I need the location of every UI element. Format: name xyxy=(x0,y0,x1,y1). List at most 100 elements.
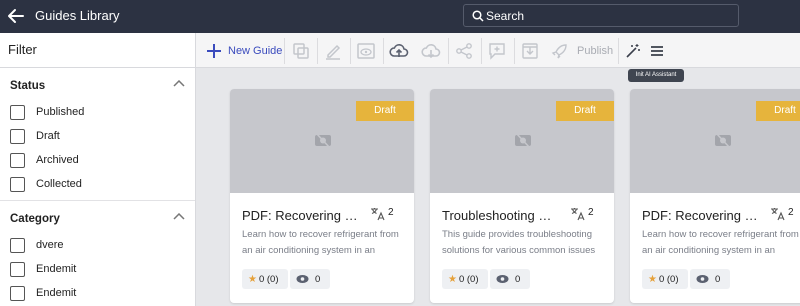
new-guide-button[interactable]: New Guide xyxy=(228,45,282,57)
tooltip: Init AI Assistant xyxy=(628,69,684,82)
checkbox[interactable] xyxy=(10,128,25,144)
plus-icon[interactable] xyxy=(204,41,224,61)
card-description: Learn how to recover refrigerant from an… xyxy=(242,229,399,256)
language-count: 2 xyxy=(588,207,594,218)
toolbar: New Guide Publish xyxy=(196,33,800,68)
category-section-title: Category xyxy=(10,213,60,225)
publish-button[interactable]: Publish xyxy=(577,45,613,57)
option-label: Endemit xyxy=(36,287,77,299)
star-icon: ★ xyxy=(648,273,657,285)
views-value: 0 xyxy=(315,273,321,285)
import-icon[interactable] xyxy=(520,41,540,61)
cloud-download-icon[interactable] xyxy=(421,41,441,61)
checkbox[interactable] xyxy=(10,152,25,168)
magic-wand-icon[interactable] xyxy=(623,41,643,61)
views-value: 0 xyxy=(515,273,521,285)
checkbox[interactable] xyxy=(10,285,25,301)
draft-badge: Draft xyxy=(356,101,414,121)
status-option-collected[interactable]: Collected xyxy=(10,172,195,196)
status-option-draft[interactable]: Draft xyxy=(10,124,195,148)
eye-icon xyxy=(296,275,309,283)
star-icon: ★ xyxy=(248,273,257,285)
preview-icon[interactable] xyxy=(356,41,376,61)
checkbox[interactable] xyxy=(10,104,25,120)
rating-value: 0 (0) xyxy=(658,273,679,285)
star-icon: ★ xyxy=(448,273,457,285)
views-badge: 0 xyxy=(490,269,530,289)
filter-heading: Filter xyxy=(0,33,195,68)
share-icon[interactable] xyxy=(454,41,474,61)
cloud-upload-icon[interactable] xyxy=(389,41,409,61)
divider xyxy=(350,38,351,64)
option-label: Archived xyxy=(36,154,79,166)
chevron-up-icon[interactable] xyxy=(173,213,185,221)
divider xyxy=(618,38,619,64)
divider xyxy=(284,38,285,64)
category-option-endemit[interactable]: Endemit xyxy=(10,257,195,281)
guide-thumbnail: Draft xyxy=(430,89,614,193)
divider xyxy=(383,38,384,64)
rating-badge: ★ 0 (0) xyxy=(442,269,488,289)
draft-badge: Draft xyxy=(756,101,800,121)
guide-card[interactable]: Draft PDF: Recovering Refrigerant 2 Lear… xyxy=(630,89,800,303)
card-title[interactable]: Troubleshooting Guide xyxy=(442,208,560,223)
comment-icon[interactable] xyxy=(487,41,507,61)
no-image-icon xyxy=(315,132,331,149)
checkbox[interactable] xyxy=(10,261,25,277)
eye-icon xyxy=(696,275,709,283)
guide-thumbnail: Draft xyxy=(230,89,414,193)
option-label: dvere xyxy=(36,239,64,251)
option-label: Published xyxy=(36,106,85,118)
translate-icon[interactable] xyxy=(370,206,385,221)
option-label: Draft xyxy=(36,130,60,142)
category-option-endemit[interactable]: Endemit xyxy=(10,281,195,305)
card-title[interactable]: PDF: Recovering Refrigerant xyxy=(242,208,360,223)
app-title: Guides Library xyxy=(35,8,120,23)
translate-icon[interactable] xyxy=(570,206,585,221)
status-section-header[interactable]: Status xyxy=(10,68,195,100)
top-bar: Guides Library xyxy=(0,0,800,33)
duplicate-icon[interactable] xyxy=(291,41,311,61)
search-input[interactable] xyxy=(486,5,726,26)
divider xyxy=(317,38,318,64)
option-label: Endemit xyxy=(36,263,77,275)
no-image-icon xyxy=(515,132,531,149)
views-badge: 0 xyxy=(290,269,330,289)
search-icon xyxy=(472,10,484,22)
rating-value: 0 (0) xyxy=(258,273,279,285)
views-value: 0 xyxy=(715,273,721,285)
language-count: 2 xyxy=(388,207,394,218)
option-label: Collected xyxy=(36,178,82,190)
chevron-up-icon[interactable] xyxy=(173,80,185,88)
status-section-title: Status xyxy=(10,80,46,92)
rating-value: 0 (0) xyxy=(458,273,479,285)
rating-badge: ★ 0 (0) xyxy=(242,269,288,289)
filter-sidebar: Filter Status Published Draft Archived C… xyxy=(0,33,196,306)
category-section: Category dvere Endemit Endemit xyxy=(0,201,195,305)
back-arrow-icon[interactable] xyxy=(6,6,26,26)
card-title[interactable]: PDF: Recovering Refrigerant xyxy=(642,208,760,223)
card-description: This guide provides troubleshooting solu… xyxy=(442,229,596,256)
guide-card[interactable]: Draft PDF: Recovering Refrigerant 2 Lear… xyxy=(230,89,414,303)
checkbox[interactable] xyxy=(10,237,25,253)
status-section: Status Published Draft Archived Collecte… xyxy=(0,68,195,201)
rating-badge: ★ 0 (0) xyxy=(642,269,688,289)
translate-icon[interactable] xyxy=(770,206,785,221)
status-option-archived[interactable]: Archived xyxy=(10,148,195,172)
edit-icon[interactable] xyxy=(323,41,343,61)
draft-badge: Draft xyxy=(556,101,614,121)
guide-thumbnail: Draft xyxy=(630,89,800,193)
status-option-published[interactable]: Published xyxy=(10,100,195,124)
checkbox[interactable] xyxy=(10,176,25,192)
views-badge: 0 xyxy=(690,269,730,289)
search-box[interactable] xyxy=(463,4,739,27)
eye-icon xyxy=(496,275,509,283)
category-section-header[interactable]: Category xyxy=(10,201,195,233)
divider xyxy=(448,38,449,64)
list-icon[interactable] xyxy=(647,41,667,61)
divider xyxy=(481,38,482,64)
rocket-icon[interactable] xyxy=(550,41,570,61)
guide-card[interactable]: Draft Troubleshooting Guide 2 This guide… xyxy=(430,89,614,303)
no-image-icon xyxy=(715,132,731,149)
category-option-dvere[interactable]: dvere xyxy=(10,233,195,257)
